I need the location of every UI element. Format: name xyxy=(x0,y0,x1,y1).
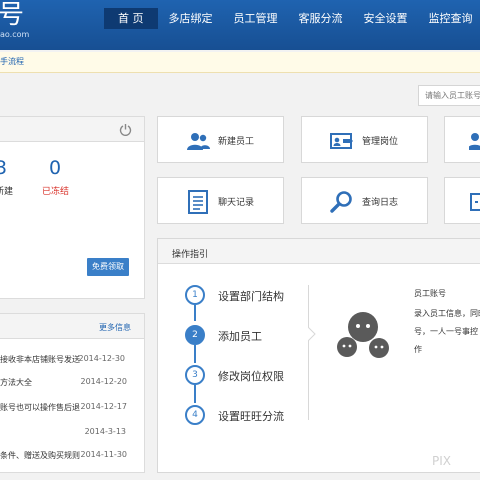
news-title[interactable]: 方法大全 xyxy=(0,377,32,388)
news-date: 2014-12-30 xyxy=(78,354,126,363)
tile-new-staff[interactable]: 新建员工 xyxy=(157,116,284,163)
step-1-label[interactable]: 设置部门结构 xyxy=(218,288,284,304)
logo[interactable]: 号 xyxy=(0,0,24,30)
frozen-count: 0 xyxy=(49,157,62,179)
top-header: 号 ao.com 首 页 多店绑定 员工管理 客服分流 安全设置 监控查询 xyxy=(0,0,480,50)
pointer-arrow-icon xyxy=(308,327,316,341)
magnifier-icon xyxy=(330,191,352,213)
news-date: 2014-11-30 xyxy=(80,450,128,459)
nav-staff[interactable]: 员工管理 xyxy=(224,8,288,29)
news-item[interactable]: 条件、赠送及购买规则 2014-11-30 xyxy=(0,446,143,466)
users-icon xyxy=(187,133,210,150)
created-label: 新建 xyxy=(0,187,14,197)
news-item[interactable]: 账号也可以操作售后退 2014-12-17 xyxy=(0,398,143,418)
nav-security[interactable]: 安全设置 xyxy=(354,8,418,29)
news-item[interactable]: 方法大全 2014-12-20 xyxy=(0,373,143,393)
watermark: PIX xyxy=(432,454,451,468)
step-connector xyxy=(194,385,196,403)
step-connector xyxy=(194,345,196,363)
mascot-icon xyxy=(337,312,389,358)
step-3-number: 3 xyxy=(185,365,205,385)
news-date: 2014-3-13 xyxy=(84,427,126,436)
news-date: 2014-12-17 xyxy=(80,402,128,411)
power-icon[interactable] xyxy=(119,123,132,136)
breadcrumb[interactable]: 手流程 xyxy=(0,56,24,67)
detail-line-1: 录入员工信息，同时 xyxy=(414,309,480,318)
box-icon xyxy=(470,193,480,211)
nav-multi-store[interactable]: 多店绑定 xyxy=(159,8,223,29)
tile-label: 新建员工 xyxy=(218,137,255,147)
step-4-label[interactable]: 设置旺旺分流 xyxy=(218,408,284,424)
tile-label: 管理岗位 xyxy=(362,137,399,147)
tile-query-log[interactable]: 查询日志 xyxy=(301,177,428,224)
guide-header: 操作指引 xyxy=(158,239,480,264)
step-connector xyxy=(194,305,196,321)
step-1-number: 1 xyxy=(185,285,205,305)
nav-monitor[interactable]: 监控查询 xyxy=(419,8,480,29)
step-4-number: 4 xyxy=(185,405,205,425)
step-3-label[interactable]: 修改岗位权限 xyxy=(218,368,284,384)
logo-domain: ao.com xyxy=(0,30,30,39)
news-item[interactable]: 2014-3-13 xyxy=(0,423,143,443)
tile-label: 查询日志 xyxy=(362,198,399,208)
news-item[interactable]: 接收非本店铺账号发送 2014-12-30 xyxy=(0,350,143,370)
step-2-number: 2 xyxy=(185,325,205,345)
notice-bar: 手流程 xyxy=(0,52,480,73)
user-icon xyxy=(469,133,480,150)
news-title[interactable]: 接收非本店铺账号发送 xyxy=(0,354,80,365)
news-date: 2014-12-20 xyxy=(80,377,128,386)
news-title[interactable]: 条件、赠送及购买规则 xyxy=(0,450,80,461)
more-news-link[interactable]: 更多信息 xyxy=(99,322,131,333)
step-2-label[interactable]: 添加员工 xyxy=(218,328,262,344)
tile-staff-account[interactable] xyxy=(444,116,480,163)
tile-label: 聊天记录 xyxy=(218,198,255,208)
created-count: 3 xyxy=(0,157,8,179)
operation-guide-panel: 操作指引 1 设置部门结构 2 添加员工 3 修改岗位权限 4 设置旺旺分流 员… xyxy=(157,238,480,473)
detail-line-3: 作 xyxy=(414,345,422,354)
id-card-icon xyxy=(330,133,353,149)
nav-service-routing[interactable]: 客服分流 xyxy=(289,8,353,29)
frozen-label: 已冻结 xyxy=(42,187,70,197)
document-icon xyxy=(188,190,208,214)
detail-title: 员工账号 xyxy=(414,289,446,298)
news-title[interactable]: 账号也可以操作售后退 xyxy=(0,402,80,413)
free-claim-button[interactable]: 免费领取 xyxy=(87,258,129,276)
tile-more[interactable] xyxy=(444,177,480,224)
guide-divider xyxy=(308,285,309,420)
main-nav: 首 页 多店绑定 员工管理 客服分流 安全设置 监控查询 xyxy=(104,8,480,29)
nav-home[interactable]: 首 页 xyxy=(104,8,158,29)
guide-title: 操作指引 xyxy=(172,250,209,260)
tile-manage-positions[interactable]: 管理岗位 xyxy=(301,116,428,163)
detail-line-2: 号，一人一号事控 xyxy=(414,327,478,336)
search-input[interactable] xyxy=(418,85,480,106)
tile-chat-records[interactable]: 聊天记录 xyxy=(157,177,284,224)
